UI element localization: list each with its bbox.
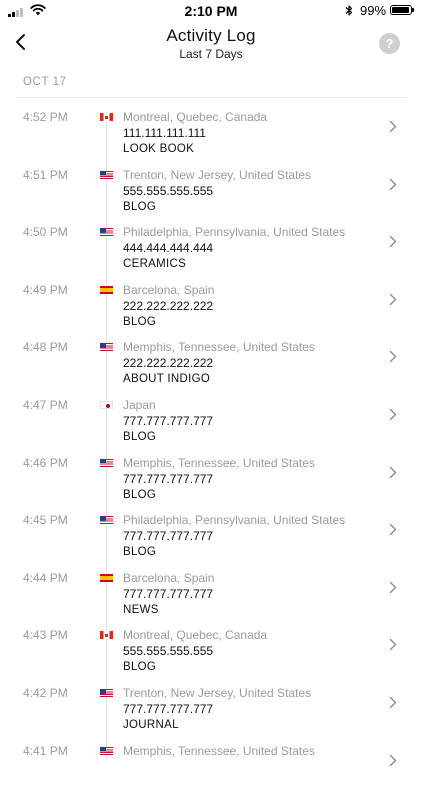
activity-ip-address: 777.777.777.777 (123, 471, 214, 486)
activity-location: Barcelona, Spain (123, 570, 215, 585)
chevron-right-icon (389, 754, 397, 766)
activity-ip-address: 222.222.222.222 (123, 356, 214, 371)
flag-es-icon (100, 573, 113, 582)
activity-row[interactable]: 4:52 PM Montreal, Quebec, Canada 111.111.1… (0, 110, 422, 167)
activity-time: 4:41 PM (23, 743, 68, 758)
battery-nub (412, 8, 414, 12)
activity-location: Japan (123, 398, 156, 412)
chevron-right-icon (389, 408, 397, 421)
activity-location: Memphis, Tennessee, United States (123, 743, 315, 758)
activity-time: 4:49 PM (23, 282, 68, 297)
activity-time: 4:47 PM (23, 398, 68, 412)
flag-us-icon (100, 170, 113, 179)
flag-us-icon (100, 228, 113, 237)
activity-time: 4:51 PM (23, 167, 68, 182)
activity-row[interactable]: 4:49 PM Barcelona, Spain 222.222.222.222 BL… (0, 283, 422, 340)
activity-ip-address: 444.444.444.444 (123, 241, 214, 256)
activity-page: CERAMICS (123, 258, 187, 271)
activity-ip-address: 111.111.111.111 (123, 126, 206, 140)
activity-row[interactable]: 4:47 PM Japan 777.777.777.777 BLOG (0, 398, 422, 455)
activity-time: 4:48 PM (23, 340, 68, 355)
chevron-right-icon (389, 120, 397, 133)
activity-ip-address: 777.777.777.777 (123, 702, 214, 716)
activity-location: Philadelphia, Pennsylvania, United State… (123, 225, 346, 240)
activity-row[interactable]: 4:50 PM Philadelphia, Pennsylvania, Unite… (0, 225, 422, 282)
activity-row[interactable]: 4:48 PM Memphis, Tennessee, United States… (0, 340, 422, 397)
chevron-right-icon (389, 696, 397, 709)
chevron-right-icon (389, 581, 397, 593)
activity-page: BLOG (123, 200, 157, 213)
activity-location: Montreal, Quebec, Canada (123, 110, 268, 124)
activity-row[interactable]: 4:42 PM Trenton, New Jersey, United State… (0, 686, 422, 743)
activity-ip-address: 555.555.555.555 (123, 183, 214, 198)
flag-us-icon (100, 343, 113, 352)
flag-us-icon (100, 516, 113, 525)
activity-page: BLOG (123, 488, 157, 501)
flag-us-icon (100, 746, 113, 755)
activity-time: 4:46 PM (23, 455, 68, 470)
activity-page: BLOG (123, 431, 157, 443)
activity-ip-address: 777.777.777.777 (123, 586, 214, 601)
flag-ca-icon (100, 631, 113, 640)
activity-row[interactable]: 4:41 PM Memphis, Tennessee, United States (0, 744, 422, 801)
activity-time: 4:42 PM (23, 686, 68, 700)
activity-page: BLOG (123, 315, 157, 328)
activity-row[interactable]: 4:45 PM Philadelphia, Pennsylvania, Unite… (0, 513, 422, 570)
activity-page: LOOK BOOK (123, 143, 195, 155)
activity-location: Memphis, Tennessee, United States (123, 455, 315, 470)
activity-row[interactable]: 4:44 PM Barcelona, Spain 777.777.777.777 NE… (0, 571, 422, 628)
nav-header: Activity Log Last 7 Days ? (0, 22, 422, 70)
page-subtitle: Last 7 Days (179, 47, 243, 61)
activity-page: ABOUT INDIGO (123, 373, 211, 386)
chevron-right-icon (389, 351, 397, 363)
bluetooth-icon (345, 5, 353, 16)
flag-ca-icon (100, 113, 113, 121)
battery-icon (390, 5, 414, 15)
activity-location: Memphis, Tennessee, United States (123, 340, 315, 355)
chevron-right-icon (389, 178, 397, 190)
chevron-right-icon (389, 293, 397, 305)
activity-time: 4:43 PM (23, 628, 68, 643)
activity-location: Trenton, New Jersey, United States (123, 686, 312, 700)
activity-row[interactable]: 4:46 PM Memphis, Tennessee, United States… (0, 456, 422, 513)
section-date-header: OCT 17 (23, 76, 67, 88)
activity-row[interactable]: 4:43 PM Montreal, Quebec, Canada 555.555.5… (0, 628, 422, 685)
activity-location: Trenton, New Jersey, United States (123, 167, 312, 182)
flag-es-icon (100, 285, 113, 294)
activity-page: BLOG (123, 661, 157, 674)
activity-location: Philadelphia, Pennsylvania, United State… (123, 513, 346, 528)
activity-ip-address: 555.555.555.555 (123, 644, 214, 659)
battery-percentage: 99% (360, 3, 387, 18)
activity-row[interactable]: 4:51 PM Trenton, New Jersey, United State… (0, 168, 422, 225)
status-bar: 2:10 PM 99% (0, 0, 422, 22)
activity-time: 4:50 PM (23, 225, 68, 240)
activity-location: Montreal, Quebec, Canada (123, 628, 268, 643)
flag-us-icon (100, 458, 113, 467)
help-button[interactable]: ? (379, 33, 400, 54)
activity-page: NEWS (123, 603, 159, 616)
activity-time: 4:45 PM (23, 513, 68, 528)
battery-fill (392, 7, 409, 13)
flag-us-icon (100, 689, 113, 697)
status-time: 2:10 PM (184, 3, 238, 19)
activity-time: 4:44 PM (23, 570, 68, 585)
chevron-right-icon (389, 235, 397, 248)
activity-time: 4:52 PM (23, 110, 68, 124)
activity-ip-address: 222.222.222.222 (123, 298, 214, 313)
activity-location: Barcelona, Spain (123, 282, 215, 297)
chevron-right-icon (389, 523, 397, 536)
flag-jp-icon (100, 401, 113, 409)
chevron-right-icon (389, 639, 397, 651)
section-divider (16, 97, 406, 98)
activity-page: JOURNAL (123, 719, 179, 731)
activity-ip-address: 777.777.777.777 (123, 414, 214, 428)
activity-ip-address: 777.777.777.777 (123, 529, 214, 544)
page-title: Activity Log (166, 26, 256, 45)
activity-page: BLOG (123, 546, 157, 559)
chevron-right-icon (389, 466, 397, 478)
